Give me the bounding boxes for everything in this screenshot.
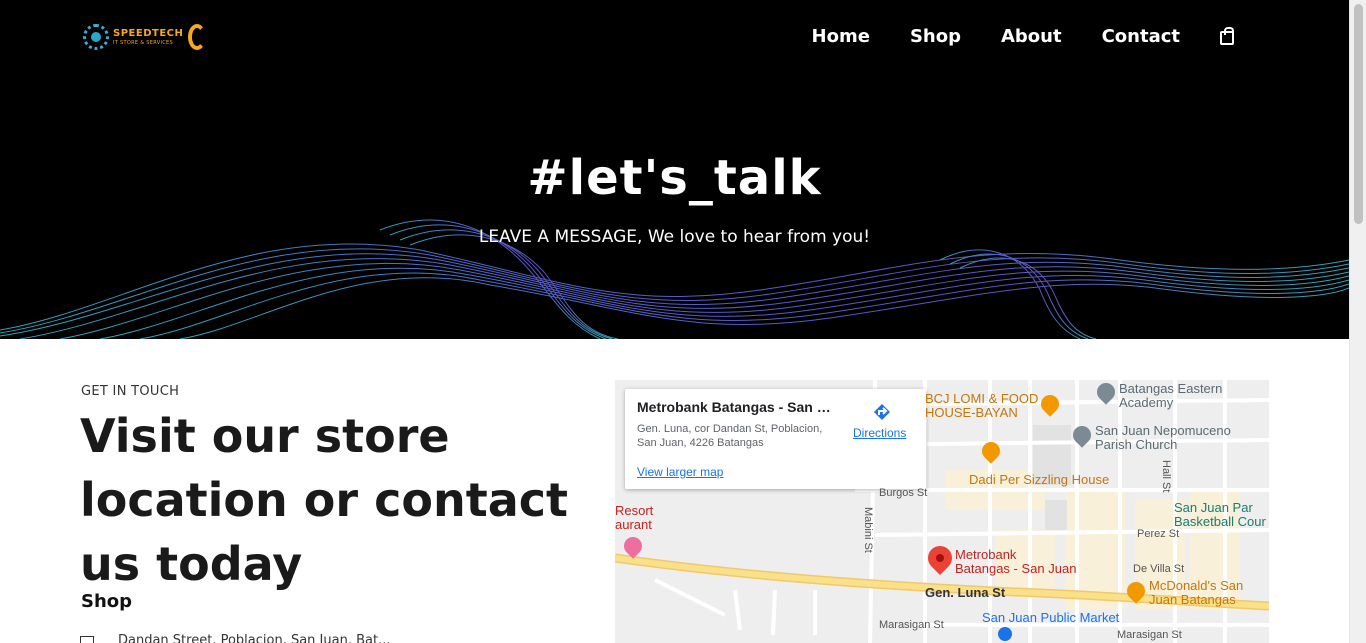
map-label-mcdonalds[interactable]: McDonald's San Juan Batangas [1149,579,1243,607]
map-label-metrobank[interactable]: Metrobank Batangas - San Juan [955,548,1076,576]
map-label-market[interactable]: San Juan Public Market [982,611,1119,625]
map-label-church[interactable]: San Juan Nepomuceno Parish Church [1095,424,1231,452]
map-label-dadi[interactable]: Dadi Per Sizzling House [969,473,1109,487]
map-label-hall: Hall St [1160,460,1172,493]
shop-label: Shop [81,591,133,612]
scrollbar-thumb[interactable] [1354,4,1363,224]
map-label-marasigan-1: Marasigan St [879,619,944,631]
brand-tagline: IT STORE & SERVICES [113,39,173,46]
brand-name: SPEEDTECH [113,27,184,39]
page-scrollbar[interactable] [1349,0,1366,643]
contact-heading: Visit our store location or contact us t… [80,409,569,591]
map-place-address: Gen. Luna, cor Dandan St, Poblacion, San… [637,423,823,449]
map-label-perez: Perez St [1137,528,1180,540]
market-pin-icon[interactable] [998,627,1012,641]
embedded-map[interactable]: Metrobank Batangas - San Ju... Gen. Luna… [615,380,1269,643]
site-logo[interactable]: SPEEDTECH IT STORE & SERVICES [83,20,218,54]
hero-title: #let's_talk [527,150,822,206]
hero-wave-graphic [0,219,1349,339]
map-label-mabini: Mabini St [862,507,874,553]
map-label-park[interactable]: San Juan Par Basketball Cour [1174,501,1266,529]
nav-home-link[interactable]: Home [812,24,870,50]
main-nav: Home Shop About Contact [772,24,1234,50]
view-larger-map-link[interactable]: View larger map [637,465,723,479]
directions-link[interactable]: Directions [853,426,906,440]
nav-shop-link[interactable]: Shop [910,24,961,50]
map-label-resort[interactable]: Resort aurant [615,504,653,532]
map-label-marasigan-2: Marasigan St [1117,629,1182,641]
hero-subtitle: LEAVE A MESSAGE, We love to hear from yo… [478,227,871,247]
hero-banner: SPEEDTECH IT STORE & SERVICES Home Shop … [0,0,1349,339]
chip-logo-icon [83,24,109,50]
shop-address: Dandan Street, Poblacion, San Juan, Bat.… [118,633,391,643]
shopping-bag-icon[interactable] [1220,27,1234,45]
gear-icon [188,24,207,50]
map-label-bcj[interactable]: BCJ LOMI & FOOD HOUSE-BAYAN [925,392,1038,420]
shop-address-row: Dandan Street, Poblacion, San Juan, Bat.… [80,633,390,643]
map-info-card: Metrobank Batangas - San Ju... Gen. Luna… [625,389,926,489]
map-label-academy[interactable]: Batangas Eastern Academy [1119,382,1222,410]
nav-about-link[interactable]: About [1001,24,1062,50]
map-place-name: Metrobank Batangas - San Ju... [637,399,837,415]
section-kicker: GET IN TOUCH [81,384,180,399]
map-label-genluna: Gen. Luna St [925,585,1006,600]
map-icon [80,635,94,643]
map-label-burgos: Burgos St [879,487,928,499]
map-label-devilla: De Villa St [1133,563,1185,575]
nav-contact-link[interactable]: Contact [1102,24,1180,50]
directions-icon[interactable] [873,403,891,421]
